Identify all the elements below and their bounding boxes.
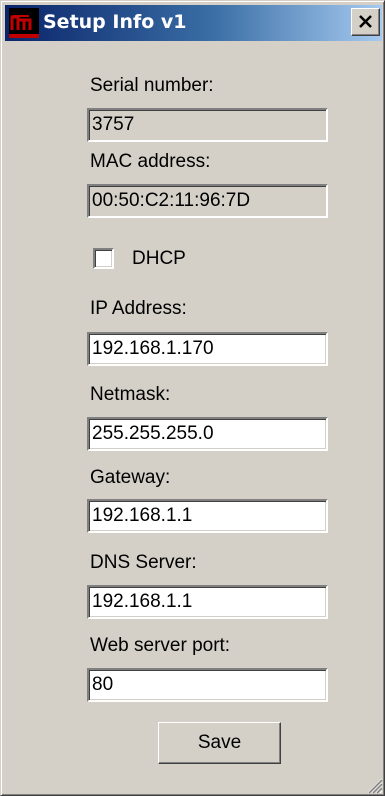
resize-grip-icon[interactable] (365, 776, 383, 794)
save-button[interactable]: Save (158, 722, 281, 764)
gateway-input[interactable]: 192.168.1.1 (87, 499, 328, 533)
dns-server-input[interactable]: 192.168.1.1 (87, 585, 328, 619)
window-title: Setup Info v1 (43, 11, 187, 33)
gateway-label: Gateway: (90, 467, 171, 488)
serial-number-field: 3757 (87, 108, 328, 142)
title-bar[interactable]: Setup Info v1 (5, 5, 382, 41)
netmask-label: Netmask: (90, 384, 171, 405)
app-logo-icon (9, 8, 39, 38)
web-server-port-input[interactable]: 80 (87, 668, 328, 702)
close-icon (359, 15, 372, 28)
mac-address-field: 00:50:C2:11:96:7D (87, 184, 328, 218)
mac-address-label: MAC address: (90, 151, 211, 172)
netmask-input[interactable]: 255.255.255.0 (87, 417, 328, 451)
setup-info-window: Setup Info v1 Serial number: 3757 MAC ad… (0, 0, 385, 796)
ip-address-label: IP Address: (90, 298, 187, 319)
dhcp-label[interactable]: DHCP (132, 248, 186, 270)
web-server-port-label: Web server port: (90, 635, 231, 656)
ip-address-input[interactable]: 192.168.1.170 (87, 332, 328, 366)
close-button[interactable] (351, 8, 380, 36)
dns-server-label: DNS Server: (90, 552, 197, 573)
dhcp-checkbox[interactable] (93, 248, 114, 269)
serial-number-label: Serial number: (90, 75, 214, 96)
